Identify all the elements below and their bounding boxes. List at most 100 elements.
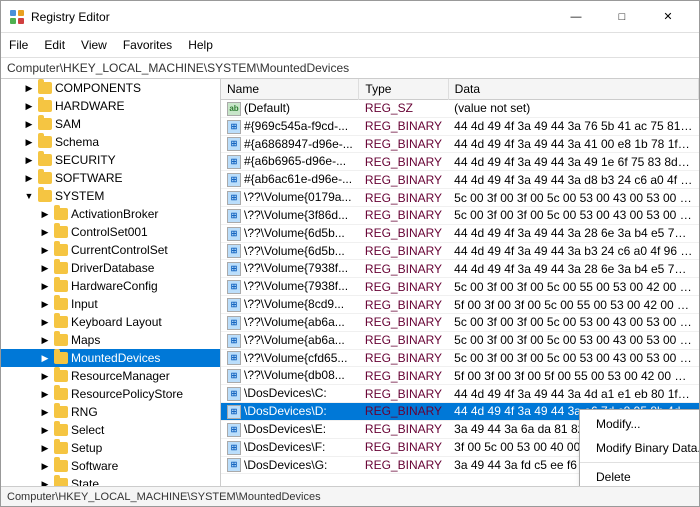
sidebar-item-sam[interactable]: ▶SAM (1, 115, 220, 133)
table-row[interactable]: ab(Default)REG_SZ(value not set) (221, 100, 699, 118)
sidebar-item-activationbroker[interactable]: ▶ActivationBroker (1, 205, 220, 223)
cell-name: ⊞\??\Volume{db08... (221, 367, 359, 385)
tree-toggle[interactable]: ▶ (37, 350, 53, 366)
cell-data: 44 4d 49 4f 3a 49 44 3a b3 24 c6 a0 4f 9… (448, 242, 698, 260)
table-row[interactable]: ⊞#{ab6ac61e-d96e-...REG_BINARY44 4d 49 4… (221, 171, 699, 189)
cell-data: 44 4d 49 4f 3a 49 44 3a d8 b3 24 c6 a0 4… (448, 171, 698, 189)
cell-name: ab(Default) (221, 100, 359, 118)
sidebar-item-hardware[interactable]: ▶HARDWARE (1, 97, 220, 115)
tree-toggle[interactable]: ▶ (21, 80, 37, 96)
cell-data: 5c 00 3f 00 3f 00 5c 00 53 00 43 00 53 0… (448, 331, 698, 349)
tree-toggle[interactable]: ▶ (37, 224, 53, 240)
table-row[interactable]: ⊞\??\Volume{6d5b...REG_BINARY44 4d 49 4f… (221, 224, 699, 242)
tree-toggle[interactable]: ▶ (37, 206, 53, 222)
tree-toggle[interactable]: ▶ (37, 458, 53, 474)
sidebar-item-software[interactable]: ▶Software (1, 457, 220, 475)
sidebar-item-state[interactable]: ▶ State (1, 475, 220, 486)
sidebar-item-hardwareconfig[interactable]: ▶HardwareConfig (1, 277, 220, 295)
sidebar-item-driverdatabase[interactable]: ▶ DriverDatabase (1, 259, 220, 277)
menu-item-edit[interactable]: Edit (36, 35, 73, 55)
context-menu-item-modify...[interactable]: Modify... (580, 412, 699, 436)
tree-toggle[interactable]: ▶ (21, 152, 37, 168)
sidebar-item-security[interactable]: ▶SECURITY (1, 151, 220, 169)
table-row[interactable]: ⊞\??\Volume{6d5b...REG_BINARY44 4d 49 4f… (221, 242, 699, 260)
cell-name: ⊞\DosDevices\F: (221, 438, 359, 456)
col-header-type[interactable]: Type (359, 79, 448, 100)
table-row[interactable]: ⊞\??\Volume{cfd65...REG_BINARY5c 00 3f 0… (221, 349, 699, 367)
tree-toggle[interactable]: ▶ (37, 332, 53, 348)
menu-item-view[interactable]: View (73, 35, 115, 55)
cell-type: REG_BINARY (359, 135, 448, 153)
sidebar-item-setup[interactable]: ▶ Setup (1, 439, 220, 457)
tree-label: Maps (71, 333, 100, 347)
tree-toggle[interactable]: ▶ (21, 116, 37, 132)
tree-toggle[interactable]: ▶ (21, 170, 37, 186)
maximize-button[interactable]: □ (599, 5, 645, 29)
table-row[interactable]: ⊞#{a6868947-d96e-...REG_BINARY44 4d 49 4… (221, 135, 699, 153)
folder-icon (53, 260, 69, 276)
context-menu-item-delete[interactable]: Delete (580, 465, 699, 486)
minimize-button[interactable]: — (553, 5, 599, 29)
reg-binary-icon: ⊞ (227, 209, 241, 223)
tree-toggle[interactable]: ▶ (37, 368, 53, 384)
table-row[interactable]: ⊞\??\Volume{7938f...REG_BINARY5c 00 3f 0… (221, 278, 699, 296)
cell-type: REG_BINARY (359, 296, 448, 314)
context-menu-item-modifybinarydata...[interactable]: Modify Binary Data... (580, 436, 699, 460)
folder-icon (53, 314, 69, 330)
table-row[interactable]: ⊞\??\Volume{8cd9...REG_BINARY5f 00 3f 00… (221, 296, 699, 314)
sidebar-item-rng[interactable]: ▶RNG (1, 403, 220, 421)
tree-toggle[interactable]: ▶ (37, 386, 53, 402)
sidebar-item-keyboard-layout[interactable]: ▶ Keyboard Layout (1, 313, 220, 331)
table-row[interactable]: ⊞\??\Volume{0179a...REG_BINARY5c 00 3f 0… (221, 189, 699, 207)
tree-toggle[interactable]: ▶ (21, 134, 37, 150)
sidebar-item-currentcontrolset[interactable]: ▶CurrentControlSet (1, 241, 220, 259)
col-header-data[interactable]: Data (448, 79, 698, 100)
reg-binary-icon: ⊞ (227, 458, 241, 472)
cell-type: REG_BINARY (359, 349, 448, 367)
tree-toggle[interactable]: ▶ (37, 242, 53, 258)
sidebar-item-maps[interactable]: ▶ Maps (1, 331, 220, 349)
sidebar-item-components[interactable]: ▶COMPONENTS (1, 79, 220, 97)
menu-item-favorites[interactable]: Favorites (115, 35, 180, 55)
cell-data: 5c 00 3f 00 3f 00 5c 00 55 00 53 00 42 0… (448, 278, 698, 296)
table-row[interactable]: ⊞\??\Volume{ab6a...REG_BINARY5c 00 3f 00… (221, 331, 699, 349)
table-row[interactable]: ⊞\??\Volume{ab6a...REG_BINARY5c 00 3f 00… (221, 313, 699, 331)
tree-label: ResourceManager (71, 369, 170, 383)
tree-toggle[interactable]: ▶ (37, 404, 53, 420)
menu-item-help[interactable]: Help (180, 35, 221, 55)
sidebar-item-schema[interactable]: ▶Schema (1, 133, 220, 151)
tree-label: Keyboard Layout (71, 315, 162, 329)
reg-binary-icon: ⊞ (227, 137, 241, 151)
tree-toggle[interactable]: ▶ (37, 278, 53, 294)
col-header-name[interactable]: Name (221, 79, 359, 100)
cell-type: REG_BINARY (359, 331, 448, 349)
menu-item-file[interactable]: File (1, 35, 36, 55)
tree-toggle[interactable]: ▶ (37, 314, 53, 330)
sidebar-item-select[interactable]: ▶Select (1, 421, 220, 439)
tree-toggle[interactable]: ▶ (37, 260, 53, 276)
table-row[interactable]: ⊞\??\Volume{7938f...REG_BINARY44 4d 49 4… (221, 260, 699, 278)
tree-toggle[interactable]: ▶ (37, 476, 53, 486)
table-row[interactable]: ⊞\??\Volume{db08...REG_BINARY5f 00 3f 00… (221, 367, 699, 385)
sidebar-item-mounteddevices[interactable]: ▶MountedDevices (1, 349, 220, 367)
tree-toggle[interactable]: ▶ (37, 422, 53, 438)
sidebar-item-system[interactable]: ▼SYSTEM (1, 187, 220, 205)
sidebar-item-resourcepolicystore[interactable]: ▶ResourcePolicyStore (1, 385, 220, 403)
tree-toggle[interactable]: ▶ (37, 296, 53, 312)
tree-toggle[interactable]: ▶ (21, 98, 37, 114)
table-row[interactable]: ⊞\DosDevices\C:REG_BINARY44 4d 49 4f 3a … (221, 385, 699, 403)
tree-toggle[interactable]: ▶ (37, 440, 53, 456)
tree-label: DriverDatabase (71, 261, 154, 275)
sidebar-item-software[interactable]: ▶SOFTWARE (1, 169, 220, 187)
tree-toggle[interactable]: ▼ (21, 188, 37, 204)
sidebar-item-resourcemanager[interactable]: ▶ ResourceManager (1, 367, 220, 385)
table-row[interactable]: ⊞#{969c545a-f9cd-...REG_BINARY44 4d 49 4… (221, 117, 699, 135)
table-row[interactable]: ⊞#{a6b6965-d96e-...REG_BINARY44 4d 49 4f… (221, 153, 699, 171)
folder-icon (53, 350, 69, 366)
tree-label: Setup (71, 441, 102, 455)
tree-label: State (71, 477, 99, 486)
close-button[interactable]: ✕ (645, 5, 691, 29)
sidebar-item-controlset001[interactable]: ▶ControlSet001 (1, 223, 220, 241)
sidebar-item-input[interactable]: ▶Input (1, 295, 220, 313)
table-row[interactable]: ⊞\??\Volume{3f86d...REG_BINARY5c 00 3f 0… (221, 206, 699, 224)
